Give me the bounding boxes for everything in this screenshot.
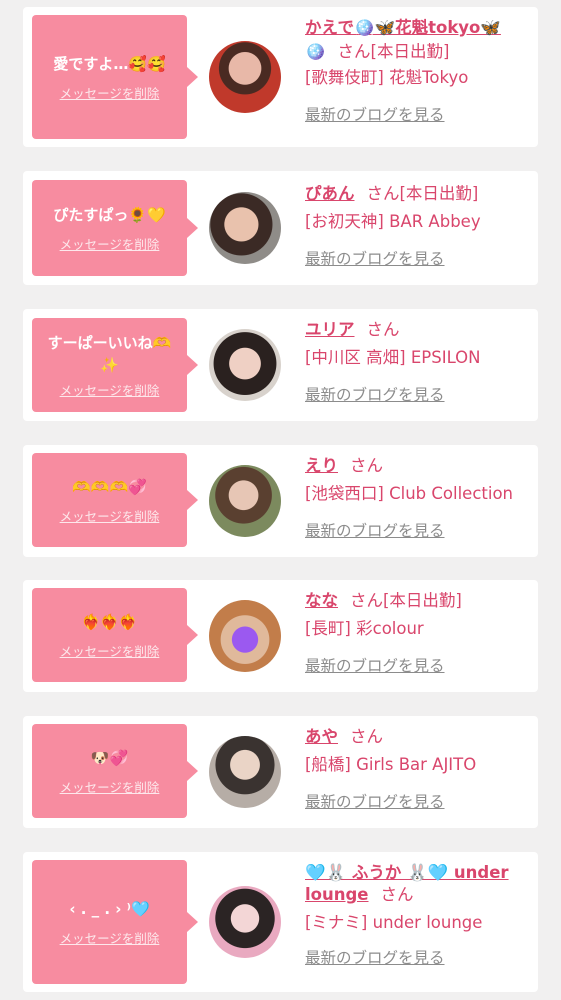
cast-info: あや さん [船橋] Girls Bar AJITO 最新のブログを見る xyxy=(305,726,530,812)
delete-message-link[interactable]: メッセージを削除 xyxy=(60,777,160,796)
message-text: ❤️‍🔥❤️‍🔥❤️‍🔥 xyxy=(81,612,138,631)
message-text: 🐶💞 xyxy=(90,748,129,767)
status-badge: [本日出勤] xyxy=(399,184,479,203)
cast-info: ぴあん さん[本日出勤] [お初天神] BAR Abbey 最新のブログを見る xyxy=(305,183,530,269)
cast-name-link[interactable]: あや xyxy=(305,727,338,746)
status-badge: [本日出勤] xyxy=(370,42,450,61)
message-card: すーぱーいいね🫶✨ メッセージを削除 ユリア さん [中川区 高畑] EPSILO… xyxy=(23,309,538,421)
delete-message-link[interactable]: メッセージを削除 xyxy=(60,234,160,253)
message-card: ‹ . _ . › ⁾🩵 メッセージを削除 🩵🐰 ふうか 🐰🩵 under lo… xyxy=(23,852,538,992)
shop-info: [お初天神] BAR Abbey xyxy=(305,212,481,231)
honorific: さん xyxy=(350,727,383,746)
message-text: ぴたすぱっ🌻💛 xyxy=(53,205,166,224)
honorific: さん xyxy=(380,885,414,904)
status-badge: [本日出勤] xyxy=(383,591,462,610)
latest-blog-link[interactable]: 最新のブログを見る xyxy=(305,103,530,125)
delete-message-link[interactable]: メッセージを削除 xyxy=(60,380,160,399)
cast-name-link[interactable]: なな xyxy=(305,591,338,610)
cast-info: えり さん [池袋西口] Club Collection 最新のブログを見る xyxy=(305,455,530,541)
delete-message-link[interactable]: メッセージを削除 xyxy=(60,83,160,102)
latest-blog-link[interactable]: 最新のブログを見る xyxy=(305,383,530,405)
avatar[interactable] xyxy=(209,192,281,264)
cast-info: 🩵🐰 ふうか 🐰🩵 under lounge さん [ミナミ] under lou… xyxy=(305,862,530,968)
shop-info: [池袋西口] Club Collection xyxy=(305,484,514,503)
message-bubble: すーぱーいいね🫶✨ メッセージを削除 xyxy=(32,318,198,412)
latest-blog-link[interactable]: 最新のブログを見る xyxy=(305,790,530,812)
avatar[interactable] xyxy=(209,886,281,958)
latest-blog-link[interactable]: 最新のブログを見る xyxy=(305,654,530,676)
avatar[interactable] xyxy=(209,600,281,672)
avatar[interactable] xyxy=(209,41,281,113)
shop-info: [歌舞伎町] 花魁Tokyo xyxy=(305,68,469,87)
message-bubble: ぴたすぱっ🌻💛 メッセージを削除 xyxy=(32,180,198,276)
message-bubble: ‹ . _ . › ⁾🩵 メッセージを削除 xyxy=(32,860,198,984)
honorific: さん xyxy=(350,591,383,610)
message-text: ‹ . _ . › ⁾🩵 xyxy=(69,899,150,918)
message-card: ぴたすぱっ🌻💛 メッセージを削除 ぴあん さん[本日出勤] [お初天神] BAR … xyxy=(23,171,538,285)
message-card: 愛ですよ…🥰🥰 メッセージを削除 かえで🪩🦋花魁tokyo🦋 🪩 さん[本日出勤]… xyxy=(23,7,538,147)
honorific: さん xyxy=(366,320,400,339)
message-text: 🫶🫶🫶💞 xyxy=(72,477,147,496)
message-card: ❤️‍🔥❤️‍🔥❤️‍🔥 メッセージを削除 なな さん[本日出勤] [長町] 彩c… xyxy=(23,580,538,692)
message-bubble: 愛ですよ…🥰🥰 メッセージを削除 xyxy=(32,15,198,139)
message-card: 🫶🫶🫶💞 メッセージを削除 えり さん [池袋西口] Club Collectio… xyxy=(23,445,538,557)
avatar[interactable] xyxy=(209,329,281,401)
latest-blog-link[interactable]: 最新のブログを見る xyxy=(305,247,530,269)
shop-info: [ミナミ] under lounge xyxy=(305,913,483,932)
cast-info: ユリア さん [中川区 高畑] EPSILON 最新のブログを見る xyxy=(305,319,530,405)
latest-blog-link[interactable]: 最新のブログを見る xyxy=(305,946,530,968)
cast-name-link[interactable]: かえで🪩🦋花魁tokyo🦋 xyxy=(305,18,501,37)
message-text: 愛ですよ…🥰🥰 xyxy=(53,54,166,73)
shop-info: [船橋] Girls Bar AJITO xyxy=(305,755,477,774)
honorific: さん xyxy=(350,456,383,475)
delete-message-link[interactable]: メッセージを削除 xyxy=(60,641,160,660)
message-bubble: 🫶🫶🫶💞 メッセージを削除 xyxy=(32,453,198,547)
delete-message-link[interactable]: メッセージを削除 xyxy=(60,928,160,947)
delete-message-link[interactable]: メッセージを削除 xyxy=(60,506,160,525)
honorific: さん xyxy=(337,42,371,61)
cast-name-link[interactable]: えり xyxy=(305,456,338,475)
avatar[interactable] xyxy=(209,736,281,808)
message-text: すーぱーいいね🫶✨ xyxy=(47,333,172,374)
cast-name-extra: 🪩 xyxy=(305,42,326,61)
shop-info: [中川区 高畑] EPSILON xyxy=(305,348,481,367)
message-bubble: ❤️‍🔥❤️‍🔥❤️‍🔥 メッセージを削除 xyxy=(32,588,198,682)
honorific: さん xyxy=(366,184,400,203)
message-bubble: 🐶💞 メッセージを削除 xyxy=(32,724,198,818)
cast-info: なな さん[本日出勤] [長町] 彩colour 最新のブログを見る xyxy=(305,590,530,676)
shop-info: [長町] 彩colour xyxy=(305,619,424,638)
avatar[interactable] xyxy=(209,465,281,537)
cast-info: かえで🪩🦋花魁tokyo🦋 🪩 さん[本日出勤] [歌舞伎町] 花魁Tokyo 最… xyxy=(305,17,530,125)
cast-name-link[interactable]: ユリア xyxy=(305,320,355,339)
message-card: 🐶💞 メッセージを削除 あや さん [船橋] Girls Bar AJITO 最新… xyxy=(23,716,538,828)
latest-blog-link[interactable]: 最新のブログを見る xyxy=(305,519,530,541)
cast-name-link[interactable]: ぴあん xyxy=(305,184,355,203)
